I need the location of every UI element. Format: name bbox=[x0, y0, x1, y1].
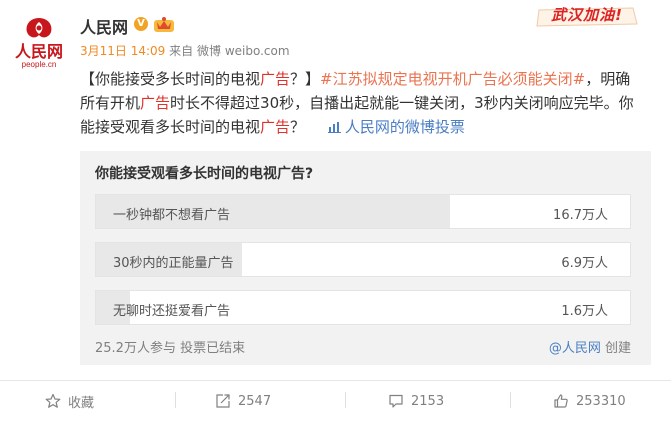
poll-option-label: 一秒钟都不想看广告 bbox=[113, 208, 231, 223]
source-prefix: 来自 bbox=[169, 44, 194, 58]
thumbs-up-icon bbox=[554, 394, 568, 408]
share-icon bbox=[216, 394, 230, 408]
poll-creator-link[interactable]: @人民网 bbox=[549, 341, 601, 356]
post-title-open: 【你能接受多长时间的电视 bbox=[80, 70, 261, 88]
vote-link-label[interactable]: 人民网的微博投票 bbox=[345, 118, 465, 136]
username[interactable]: 人民网 bbox=[80, 14, 128, 38]
topic-link[interactable]: #江苏拟规定电视开机广告必须能关闭# bbox=[320, 70, 585, 88]
action-separator bbox=[345, 392, 346, 408]
poll-question: 你能接受观看多长时间的电视广告? bbox=[95, 166, 314, 182]
post-title-close: ？】 bbox=[290, 70, 321, 88]
poll-card: 你能接受观看多长时间的电视广告? 一秒钟都不想看广告 16.7万人 30秒内的正… bbox=[80, 151, 651, 365]
repost-button[interactable]: 2547 bbox=[215, 390, 271, 412]
poll-footer: 25.2万人参与 投票已结束 bbox=[95, 341, 246, 356]
campaign-badge[interactable]: 武汉加油! bbox=[533, 4, 641, 25]
post-time[interactable]: 14:09 bbox=[131, 44, 166, 58]
poll-option-count: 16.7万人 bbox=[553, 208, 608, 223]
post-meta: 3月11日 14:09 来自 微博 weibo.com bbox=[80, 42, 290, 59]
post-date[interactable]: 3月11日 bbox=[80, 44, 127, 58]
post-text: 【你能接受多长时间的电视广告？】#江苏拟规定电视开机广告必须能关闭#，明确所有开… bbox=[80, 67, 640, 139]
post-source[interactable]: 微博 weibo.com bbox=[197, 44, 290, 58]
poll-option-label: 无聊时还挺爱看广告 bbox=[113, 304, 231, 319]
action-separator bbox=[510, 392, 511, 408]
comment-icon bbox=[389, 394, 403, 408]
comment-count: 2153 bbox=[411, 393, 445, 409]
star-icon bbox=[45, 393, 61, 408]
like-count: 253310 bbox=[576, 393, 626, 409]
poll-option-label: 30秒内的正能量广告 bbox=[113, 256, 234, 271]
keyword-ad: 广告 bbox=[260, 118, 291, 136]
poll-option[interactable]: 30秒内的正能量广告 6.9万人 bbox=[95, 242, 631, 277]
keyword-ad: 广告 bbox=[140, 94, 171, 112]
action-separator bbox=[175, 392, 176, 408]
poll-creator-suffix: 创建 bbox=[604, 341, 631, 356]
poll-option[interactable]: 无聊时还挺爱看广告 1.6万人 bbox=[95, 290, 631, 325]
favorite-button[interactable]: 收藏 bbox=[45, 390, 94, 412]
poll-creator: @人民网 创建 bbox=[549, 337, 631, 356]
vote-link[interactable]: 人民网的微博投票 bbox=[327, 118, 465, 136]
keyword-ad: 广告 bbox=[260, 70, 291, 88]
action-bar-divider bbox=[0, 380, 671, 381]
comment-button[interactable]: 2153 bbox=[388, 390, 444, 412]
repost-count: 2547 bbox=[238, 393, 272, 409]
poll-option-count: 1.6万人 bbox=[561, 304, 608, 319]
vip-crown-icon[interactable] bbox=[153, 15, 175, 33]
poll-option[interactable]: 一秒钟都不想看广告 16.7万人 bbox=[95, 194, 631, 229]
verified-badge-icon: V bbox=[134, 17, 148, 31]
post-body-3: ？ bbox=[290, 118, 306, 136]
favorite-label: 收藏 bbox=[68, 395, 95, 411]
like-button[interactable]: 253310 bbox=[553, 390, 626, 412]
logo-wordmark: 人民网 bbox=[14, 42, 63, 61]
chart-icon bbox=[327, 122, 341, 133]
poll-option-count: 6.9万人 bbox=[561, 256, 608, 271]
logo-domain: people.cn bbox=[21, 60, 57, 69]
